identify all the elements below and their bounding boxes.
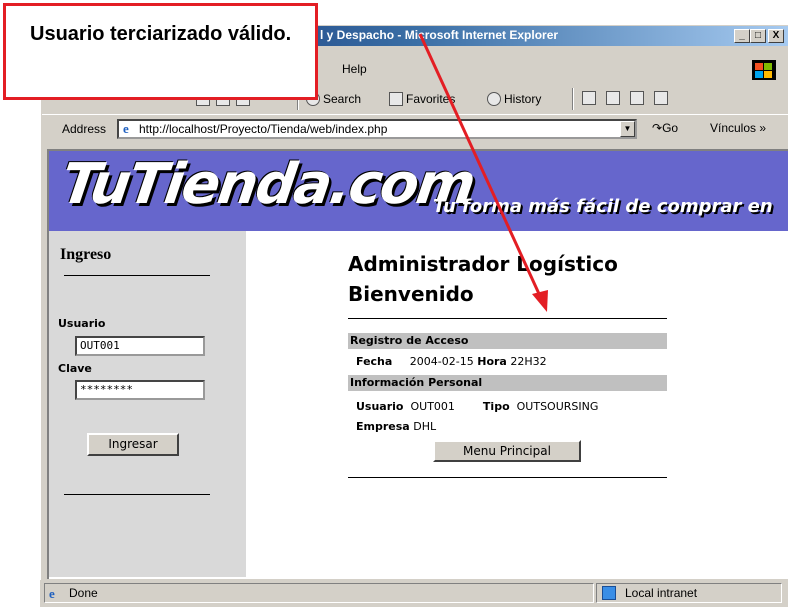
svg-text:e: e [123,121,129,135]
extra-tools [582,91,668,105]
divider [64,494,210,495]
user-input[interactable]: OUT001 [75,336,205,356]
address-input[interactable]: http://localhost/Proyecto/Tienda/web/ind… [117,119,637,139]
svg-text:e: e [49,586,55,600]
annotation-text: Usuario terciarizado válido. [30,23,292,45]
password-input[interactable]: ******** [75,380,205,400]
user-label: Usuario [58,317,106,330]
window-title: l y Despacho - Microsoft Internet Explor… [320,28,559,42]
login-button[interactable]: Ingresar [87,433,179,456]
search-label: Search [323,92,362,106]
personal-section-header: Información Personal [348,375,667,391]
favorites-icon [389,92,403,106]
go-button[interactable]: ↷Go [652,121,678,135]
history-button[interactable]: History [487,92,541,106]
go-arrow-icon: ↷ [652,121,663,135]
address-label: Address [62,122,107,136]
login-sidebar [49,231,246,577]
user-info-value: OUT001 [410,400,455,413]
access-info: Fecha 2004-02-15 Hora 22H32 [356,355,547,368]
date-label: Fecha [356,355,393,368]
annotation-callout [3,3,318,100]
status-text: Done [44,583,594,603]
mail-icon[interactable] [582,91,596,105]
address-dropdown-button[interactable]: ▼ [620,121,635,137]
maximize-button[interactable]: □ [750,29,766,43]
page-title: Administrador Logístico Bienvenido [348,249,618,309]
company-info: Empresa DHL [356,420,436,433]
close-button[interactable]: X [768,29,784,43]
edit-icon[interactable] [630,91,644,105]
title-line: Administrador Logístico [348,252,618,276]
site-logo: TuTienda.com [57,152,478,217]
type-value: OUTSOURSING [516,400,599,413]
go-label: Go [662,121,679,135]
menu-help[interactable]: Help [342,62,367,76]
password-label: Clave [58,362,92,375]
favorites-button[interactable]: Favorites [389,92,455,106]
time-label: Hora [477,355,507,368]
type-label: Tipo [482,400,510,413]
company-label: Empresa [356,420,410,433]
main-menu-button[interactable]: Menu Principal [433,440,581,462]
windows-logo-icon [752,60,776,80]
divider [348,477,667,478]
security-zone: Local intranet [596,583,782,603]
welcome-line: Bienvenido [348,282,474,306]
site-tagline: Tu forma más fácil de comprar en [433,196,773,217]
favorites-label: Favorites [406,92,456,106]
divider [348,318,667,319]
ie-status-icon: e [49,586,55,600]
login-heading: Ingreso [60,246,112,263]
divider [64,275,210,276]
history-label: History [504,92,542,106]
personal-info: Usuario OUT001 Tipo OUTSOURSING [356,400,598,413]
history-icon [487,92,501,106]
links-button[interactable]: Vínculos » [710,121,766,135]
user-info-label: Usuario [356,400,404,413]
intranet-icon [602,586,616,600]
company-value: DHL [413,420,437,433]
access-section-header: Registro de Acceso [348,333,667,349]
minimize-button[interactable]: _ [734,29,750,43]
print-icon[interactable] [606,91,620,105]
date-value: 2004-02-15 [409,355,474,368]
toolbar-separator [572,88,574,110]
time-value: 22H32 [510,355,547,368]
ie-page-icon: e [121,121,135,135]
discuss-icon[interactable] [654,91,668,105]
